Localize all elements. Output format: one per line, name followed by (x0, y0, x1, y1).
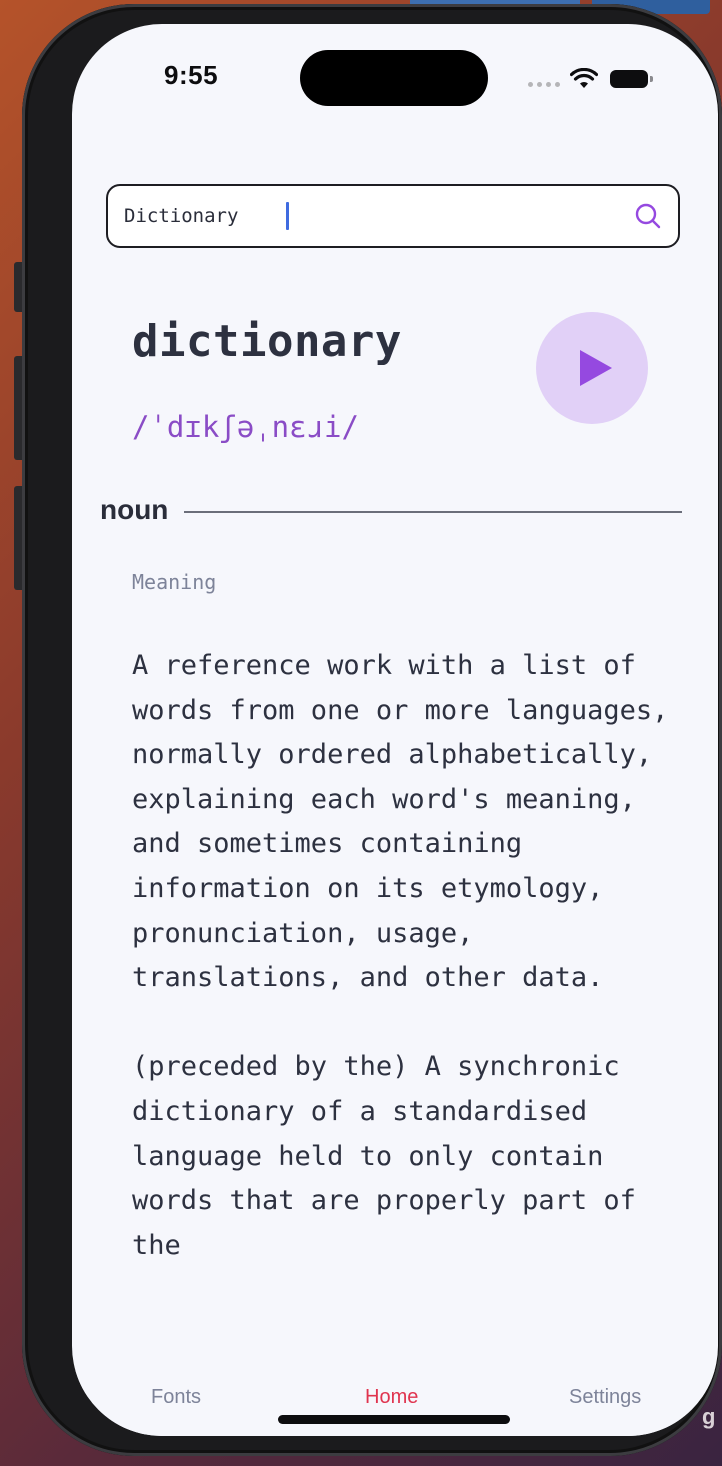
phonetic-text: /ˈdɪkʃəˌnɛɹi/ (132, 410, 359, 444)
status-time: 9:55 (164, 60, 219, 90)
play-icon (580, 350, 612, 386)
text-cursor (286, 202, 289, 230)
volume-up-button (14, 356, 22, 460)
part-of-speech-row: noun (100, 492, 682, 528)
battery-icon (610, 70, 653, 88)
bottom-tab-bar: Fonts Home Settings (72, 1370, 718, 1436)
tab-fonts[interactable]: Fonts (151, 1386, 201, 1409)
meaning-heading: Meaning (132, 570, 217, 594)
dynamic-island (300, 50, 488, 106)
volume-down-button (14, 486, 22, 590)
background-corner-text: g (702, 1404, 716, 1429)
search-bar (106, 184, 680, 248)
status-indicators (528, 64, 653, 94)
definition-item: A reference work with a list of words fr… (132, 650, 669, 994)
app-screen: 9:55 dictionary /ˈdɪkʃəˌnɛɹi/ (72, 24, 718, 1436)
word-title: dictionary (132, 316, 402, 367)
definitions-list: A reference work with a list of words fr… (132, 644, 672, 1313)
home-indicator[interactable] (278, 1415, 510, 1424)
tab-home[interactable]: Home (365, 1386, 418, 1409)
cellular-signal-icon (528, 81, 560, 87)
part-of-speech-label: noun (100, 494, 169, 525)
action-button (14, 262, 22, 312)
tab-settings[interactable]: Settings (569, 1386, 641, 1409)
wifi-icon (570, 68, 598, 88)
definition-item: (preceded by the) A synchronic dictionar… (132, 1051, 636, 1261)
phone-frame: 9:55 dictionary /ˈdɪkʃəˌnɛɹi/ (14, 4, 722, 1456)
play-pronunciation-button[interactable] (536, 312, 648, 424)
search-icon[interactable] (634, 202, 662, 230)
search-input[interactable] (124, 186, 614, 246)
divider (184, 511, 682, 513)
